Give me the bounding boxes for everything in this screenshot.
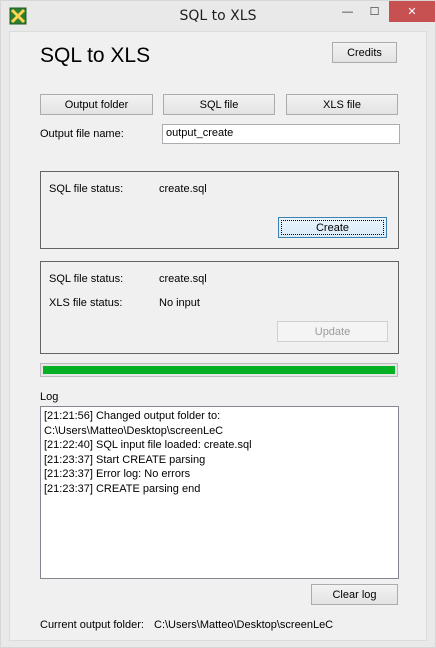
update-xls-status-label: XLS file status: xyxy=(49,297,123,309)
log-label: Log xyxy=(40,391,59,403)
log-line: C:\Users\Matteo\Desktop\screenLeC xyxy=(44,424,224,437)
current-folder-label: Current output folder: xyxy=(40,619,144,631)
client-area: SQL to XLS Credits Output folder SQL fil… xyxy=(9,31,427,641)
log-line: [21:23:37] Error log: No errors xyxy=(44,468,191,481)
update-xls-status-value: No input xyxy=(159,297,200,309)
update-button[interactable]: Update xyxy=(277,321,388,342)
app-window: SQL to XLS — ☐ ✕ SQL to XLS Credits Outp… xyxy=(0,0,436,648)
progress-bar xyxy=(40,363,398,377)
title-bar[interactable]: SQL to XLS — ☐ ✕ xyxy=(1,1,435,30)
log-textarea[interactable]: [21:21:56] Changed output folder to: C:\U… xyxy=(40,406,399,579)
create-group: SQL file status: create.sql Create xyxy=(40,171,399,249)
create-sql-status-value: create.sql xyxy=(159,183,207,195)
clear-log-button[interactable]: Clear log xyxy=(311,584,398,605)
credits-button[interactable]: Credits xyxy=(332,42,397,63)
create-button[interactable]: Create xyxy=(278,217,387,238)
output-folder-button[interactable]: Output folder xyxy=(40,94,153,115)
close-button[interactable]: ✕ xyxy=(389,1,435,22)
output-file-name-input[interactable]: output_create xyxy=(162,124,400,144)
update-sql-status-label: SQL file status: xyxy=(49,273,124,285)
log-line: [21:22:40] SQL input file loaded: create… xyxy=(44,439,252,452)
output-file-name-label: Output file name: xyxy=(40,128,124,140)
log-line: [21:23:37] CREATE parsing end xyxy=(44,482,201,495)
log-line: [21:21:56] Changed output folder to: xyxy=(44,410,221,422)
update-group: SQL file status: create.sql XLS file sta… xyxy=(40,261,399,354)
maximize-button[interactable]: ☐ xyxy=(361,1,388,22)
minimize-button[interactable]: — xyxy=(334,1,361,22)
xls-file-button[interactable]: XLS file xyxy=(286,94,398,115)
page-title: SQL to XLS xyxy=(40,44,151,67)
update-sql-status-value: create.sql xyxy=(159,273,207,285)
focus-ring xyxy=(281,220,384,235)
create-sql-status-label: SQL file status: xyxy=(49,183,124,195)
log-line: [21:23:37] Start CREATE parsing xyxy=(44,453,206,466)
sql-file-button[interactable]: SQL file xyxy=(163,94,275,115)
current-folder-value: C:\Users\Matteo\Desktop\screenLeC xyxy=(154,619,334,631)
progress-fill xyxy=(43,366,395,374)
